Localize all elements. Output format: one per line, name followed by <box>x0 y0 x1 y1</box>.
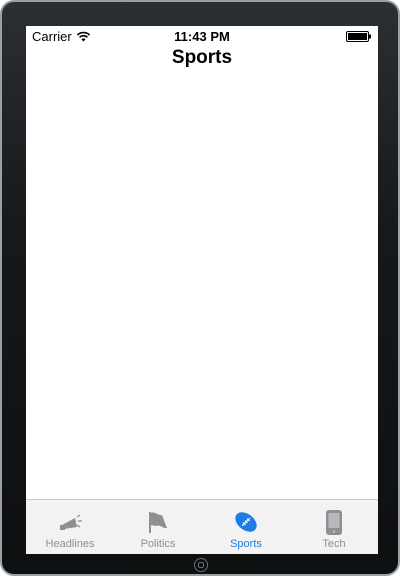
tab-headlines[interactable]: Headlines <box>26 500 114 554</box>
flag-icon <box>149 512 167 533</box>
tab-bar: Headlines Politics Sports Tech <box>26 499 378 554</box>
home-button[interactable] <box>194 558 208 572</box>
phone-device-icon <box>326 510 342 535</box>
football-icon <box>235 512 257 532</box>
screen: Carrier 11:43 PM Sports Headlines Politi… <box>26 26 378 554</box>
tab-sports[interactable]: Sports <box>202 500 290 554</box>
content-area <box>26 72 378 499</box>
tab-label: Headlines <box>45 538 95 550</box>
device-frame: Carrier 11:43 PM Sports Headlines Politi… <box>0 0 400 576</box>
tab-politics[interactable]: Politics <box>114 500 202 554</box>
battery-icon <box>346 31 371 42</box>
status-bar: Carrier 11:43 PM <box>26 26 378 46</box>
tab-label: Tech <box>322 538 346 550</box>
status-time: 11:43 PM <box>174 29 230 44</box>
tab-label: Politics <box>140 538 176 550</box>
megaphone-icon <box>60 514 82 530</box>
tab-tech[interactable]: Tech <box>290 500 378 554</box>
navigation-bar: Sports <box>26 46 378 72</box>
page-title: Sports <box>171 47 233 68</box>
tab-label: Sports <box>230 538 262 550</box>
